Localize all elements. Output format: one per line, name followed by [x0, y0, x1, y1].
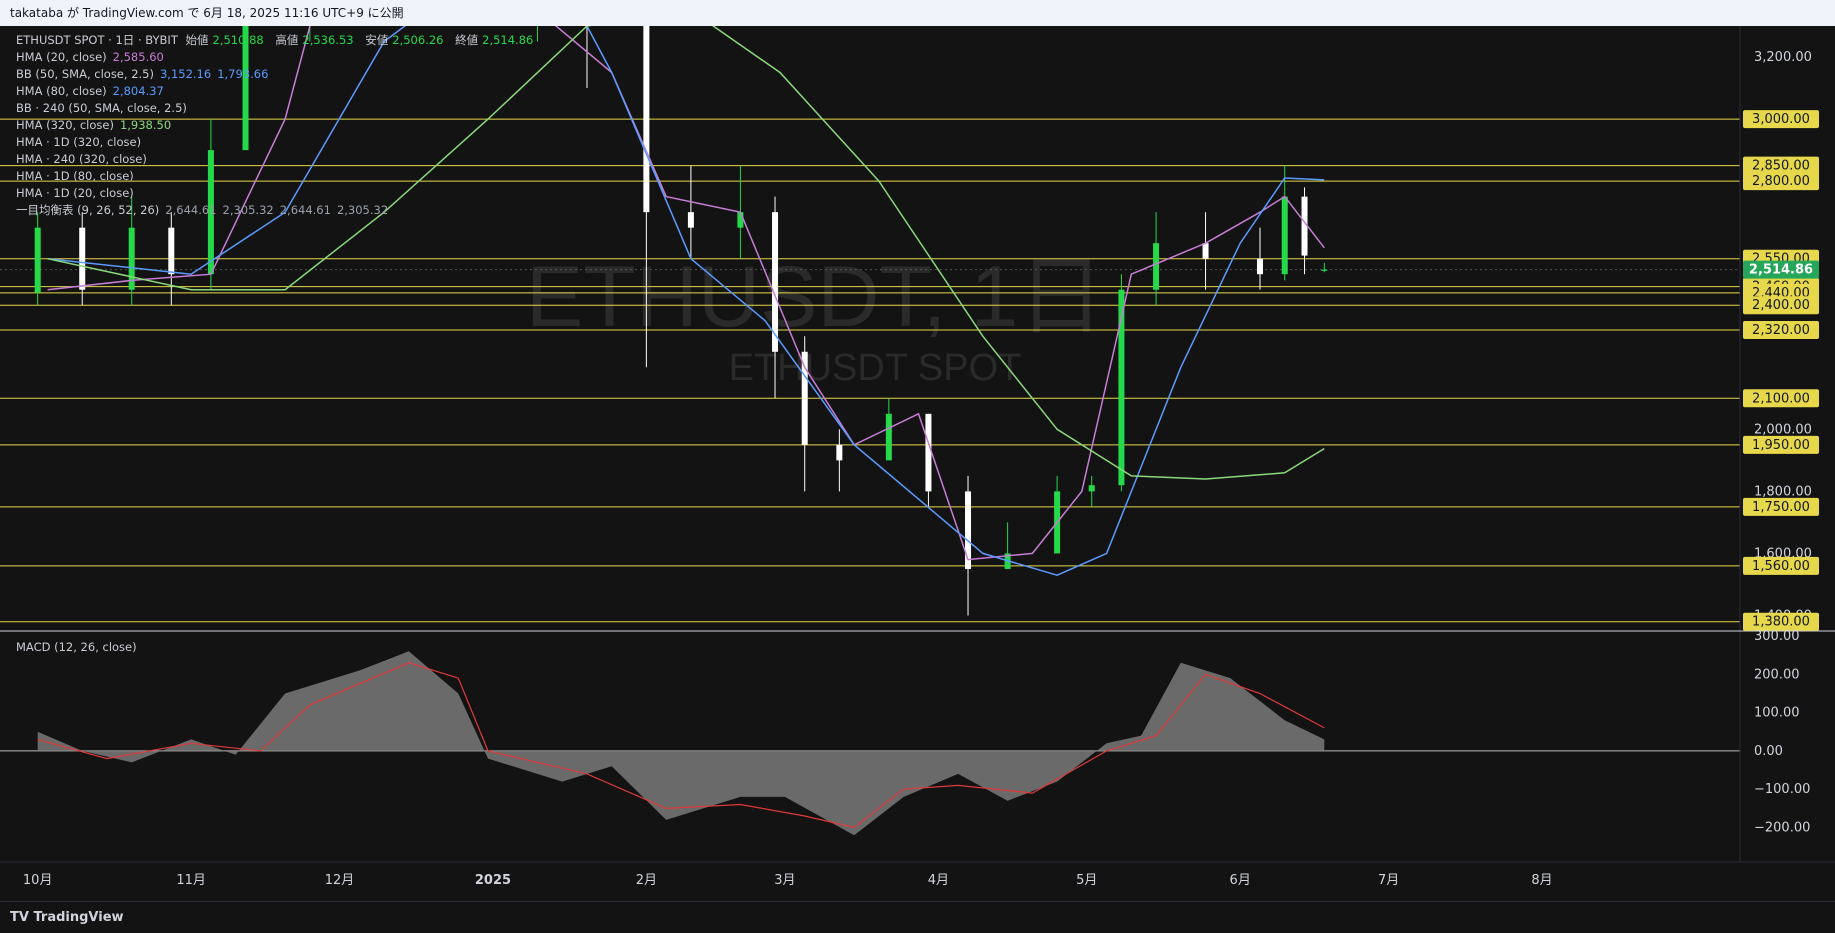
level-tag-label: 1,750.00: [1752, 500, 1810, 515]
ohlc-open: 始値 2,510.88: [185, 33, 264, 47]
price-tick-label: 2,000.00: [1754, 422, 1812, 437]
level-tag-label: 2,100.00: [1752, 391, 1810, 406]
level-tag-label: 2,800.00: [1752, 174, 1810, 189]
macd-tick-label: 200.00: [1754, 667, 1800, 682]
price-tick-label: 3,200.00: [1754, 50, 1812, 65]
time-tick-label: 6月: [1230, 873, 1251, 888]
footer-bar: 𝗧𝗩 TradingView: [0, 901, 1835, 933]
candle-body: [643, 26, 650, 213]
watermark-line1: ETHUSDT, 1日: [526, 249, 1104, 345]
candle-body: [1202, 243, 1209, 259]
candle-body: [79, 227, 86, 290]
candle-body: [1281, 196, 1288, 275]
macd-tick-label: −100.00: [1754, 782, 1810, 797]
tv-logo-icon: 𝗧𝗩: [10, 910, 34, 925]
level-tag-label: 3,000.00: [1752, 112, 1810, 127]
level-tag-label: 2,320.00: [1752, 323, 1810, 338]
level-tag-label: 1,560.00: [1752, 559, 1810, 574]
legend-ichimoku[interactable]: 一目均衡表 (9, 26, 52, 26) 2,644.61 2,305.32 2,6…: [16, 202, 541, 219]
macd-tick-label: 0.00: [1754, 744, 1783, 759]
ohlc-low: 安値 2,506.26: [365, 33, 444, 47]
time-tick-label: 8月: [1531, 873, 1552, 888]
candle-body: [965, 491, 972, 569]
ohlc-high: 高値 2,536.53: [275, 33, 354, 47]
time-tick-label: 11月: [176, 873, 206, 888]
legend-bb240[interactable]: BB · 240 (50, SMA, close, 2.5): [16, 100, 541, 117]
symbol-ohlc-row: ETHUSDT SPOT · 1日 · BYBIT 始値 2,510.88 高値 2…: [16, 32, 541, 49]
legend-hma-240-320[interactable]: HMA · 240 (320, close): [16, 151, 541, 168]
candle-body: [687, 212, 694, 228]
price-tick-label: 1,800.00: [1754, 484, 1812, 499]
candle-body: [34, 227, 41, 293]
macd-tick-label: 100.00: [1754, 706, 1800, 721]
share-header-text: takataba が TradingView.com で 6月 18, 2025…: [10, 6, 404, 20]
indicator-legend: ETHUSDT SPOT · 1日 · BYBIT 始値 2,510.88 高値 2…: [16, 32, 541, 219]
level-tag-label: 1,380.00: [1752, 615, 1810, 630]
time-tick-label: 5月: [1076, 873, 1097, 888]
legend-bb50[interactable]: BB (50, SMA, close, 2.5) 3,152.16 1,793.66: [16, 66, 541, 83]
candle-body: [925, 413, 932, 492]
time-tick-label: 7月: [1378, 873, 1399, 888]
share-header: takataba が TradingView.com で 6月 18, 2025…: [0, 0, 1835, 26]
time-tick-label: 12月: [325, 873, 355, 888]
legend-hma-1d-320[interactable]: HMA · 1D (320, close): [16, 134, 541, 151]
brand-text: TradingView: [33, 910, 124, 925]
ohlc-close: 終値 2,514.86: [455, 33, 534, 47]
candle-body: [885, 413, 892, 461]
candle-body: [836, 444, 843, 461]
legend-hma-1d-80[interactable]: HMA · 1D (80, close): [16, 168, 541, 185]
time-tick-label: 4月: [928, 873, 949, 888]
macd-tick-label: 300.00: [1754, 629, 1800, 644]
legend-hma-1d-20[interactable]: HMA · 1D (20, close): [16, 185, 541, 202]
candle-body: [168, 227, 175, 275]
candle-body: [737, 212, 744, 228]
last-price-label: 2,514.86: [1749, 263, 1813, 278]
watermark-line2: ETHUSDT SPOT: [729, 347, 1022, 389]
time-tick-label: 10月: [23, 873, 53, 888]
legend-hma80[interactable]: HMA (80, close) 2,804.37: [16, 83, 541, 100]
candle-body: [1088, 485, 1095, 492]
level-tag-label: 1,950.00: [1752, 438, 1810, 453]
symbol-title: ETHUSDT SPOT · 1日 · BYBIT: [16, 33, 178, 47]
level-tag-label: 2,400.00: [1752, 298, 1810, 313]
level-tag-label: 2,850.00: [1752, 159, 1810, 174]
candle-body: [1321, 269, 1328, 271]
macd-tick-label: −200.00: [1754, 821, 1810, 836]
time-tick-label: 3月: [774, 873, 795, 888]
legend-hma320[interactable]: HMA (320, close) 1,938.50: [16, 117, 541, 134]
time-tick-label: 2025: [475, 873, 511, 888]
macd-legend[interactable]: MACD (12, 26, close): [16, 640, 137, 654]
legend-hma20[interactable]: HMA (20, close) 2,585.60: [16, 49, 541, 66]
tradingview-logo[interactable]: 𝗧𝗩 TradingView: [10, 910, 124, 925]
time-tick-label: 2月: [636, 873, 657, 888]
candle-body: [1256, 258, 1263, 275]
candle-body: [1153, 243, 1160, 290]
